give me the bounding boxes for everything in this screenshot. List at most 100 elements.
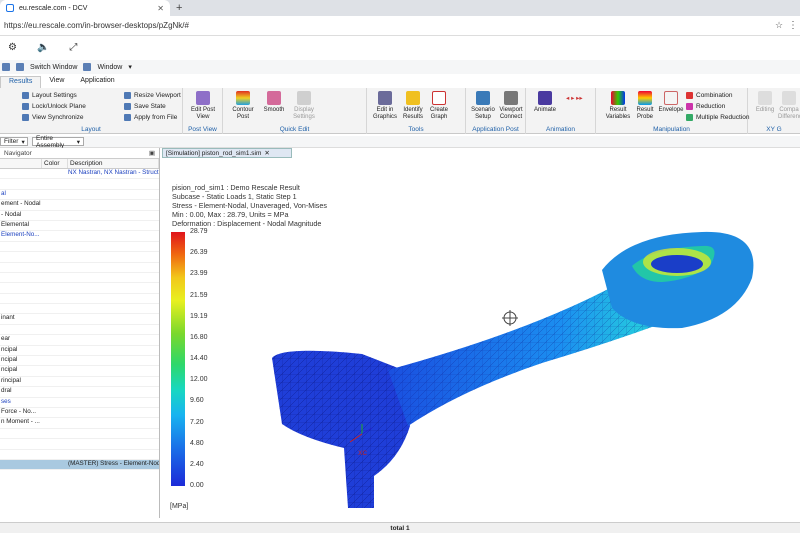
column-name[interactable]	[0, 159, 42, 168]
lock-unlock-plane-button[interactable]: Lock/Unlock Plane	[22, 103, 86, 110]
edit-in-graphics-button[interactable]: Edit in Graphics	[371, 91, 399, 121]
legend-tick: 23.99	[190, 270, 208, 278]
navigator-row[interactable]	[0, 294, 159, 305]
navigator-row[interactable]: Element-No...	[0, 231, 159, 242]
navigator-row[interactable]: rincipal	[0, 377, 159, 388]
simulation-file-tab[interactable]: [Simulation] piston_rod_sim1.sim ✕	[162, 148, 292, 158]
navigator-row-description	[68, 304, 159, 313]
navigator-row[interactable]	[0, 325, 159, 336]
navigator-row[interactable]: dral	[0, 387, 159, 398]
edit-post-view-button[interactable]: Edit Post View	[185, 91, 221, 121]
color-legend-bar	[171, 232, 185, 486]
navigator-row[interactable]: Force - No...	[0, 408, 159, 419]
navigator-row-color	[42, 377, 68, 386]
navigator-row[interactable]	[0, 304, 159, 315]
navigator-row[interactable]: inant	[0, 314, 159, 325]
display-settings-button[interactable]: Display Settings	[289, 91, 319, 121]
legend-tick: 2.40	[190, 460, 204, 468]
navigator-row[interactable]: Elemental	[0, 221, 159, 232]
navigator-row-color	[42, 418, 68, 427]
apply-from-file-button[interactable]: Apply from File	[124, 114, 177, 121]
xy-graph-group-label: XY G	[766, 126, 782, 133]
play-controls-icon[interactable]: ◂ ▸ ▸▸	[566, 94, 583, 102]
reduction-button[interactable]: Reduction	[686, 103, 725, 110]
switch-window-button[interactable]: Switch Window	[30, 64, 77, 71]
window-menu[interactable]: Window	[97, 64, 122, 71]
navigator-row[interactable]	[0, 283, 159, 294]
view-synchronize-button[interactable]: View Synchronize	[22, 114, 84, 121]
navigator-row[interactable]: ncipal	[0, 356, 159, 367]
animation-group-label: Animation	[546, 126, 575, 133]
navigator-row[interactable]	[0, 179, 159, 190]
navigator-row[interactable]: ement - Nodal	[0, 200, 159, 211]
undo-icon[interactable]	[2, 63, 10, 71]
multiple-reduction-button[interactable]: Multiple Reduction	[686, 114, 749, 121]
column-description[interactable]: Description	[68, 159, 159, 168]
dropdown-icon[interactable]: ▾	[128, 63, 132, 71]
navigator-row[interactable]	[0, 242, 159, 253]
navigator-row[interactable]	[0, 429, 159, 440]
combination-button[interactable]: Combination	[686, 92, 733, 99]
browser-tab[interactable]: eu.rescale.com - DCV ✕	[0, 0, 170, 16]
navigator-row-name	[0, 439, 42, 448]
navigator-row-name	[0, 263, 42, 272]
browser-tab-bar: eu.rescale.com - DCV ✕ +	[0, 0, 800, 16]
tab-application[interactable]: Application	[72, 76, 122, 88]
legend-tick: 26.39	[190, 249, 208, 257]
fullscreen-icon[interactable]: ⤢	[69, 42, 77, 53]
navigator-row-description	[68, 252, 159, 261]
window-icon[interactable]	[83, 63, 92, 71]
scenario-setup-button[interactable]: Scenario Setup	[468, 91, 498, 121]
tab-view[interactable]: View	[41, 76, 72, 88]
create-graph-button[interactable]: Create Graph	[427, 91, 451, 121]
navigator-row-name: ement - Nodal	[1, 200, 41, 208]
save-state-button[interactable]: Save State	[124, 103, 166, 110]
compare-difference-button[interactable]: Compa Difference	[778, 91, 800, 121]
scope-dropdown[interactable]: Entire Assembly ▾	[32, 135, 84, 149]
viewport-connect-button[interactable]: Viewport Connect	[496, 91, 526, 121]
audio-icon[interactable]: 🔈	[37, 42, 49, 53]
editing-button[interactable]: Editing	[754, 91, 776, 114]
identify-results-button[interactable]: Identify Results	[399, 91, 427, 121]
result-variables-button[interactable]: Result Variables	[604, 91, 632, 121]
new-tab-icon[interactable]: +	[176, 2, 182, 14]
smooth-button[interactable]: Smooth	[259, 91, 289, 114]
navigator-row-color	[42, 221, 68, 230]
browser-menu-icon[interactable]: ⋮	[786, 20, 800, 31]
navigator-row-color	[42, 304, 68, 313]
animate-button[interactable]: Animate	[530, 91, 560, 114]
navigator-row[interactable]: NX Nastran, NX Nastran - Structu	[0, 169, 159, 180]
tab-results[interactable]: Results	[0, 76, 42, 88]
navigator-row[interactable]: ear	[0, 335, 159, 346]
manipulation-group-label: Manipulation	[653, 126, 690, 133]
settings-gear-icon[interactable]: ⚙	[8, 42, 17, 53]
navigator-row[interactable]	[0, 273, 159, 284]
column-color[interactable]: Color	[42, 159, 68, 168]
navigator-close-icon[interactable]: ▣	[149, 149, 155, 157]
close-file-icon[interactable]: ✕	[264, 149, 269, 157]
navigator-row[interactable]	[0, 439, 159, 450]
navigator-row[interactable]: ncipal	[0, 346, 159, 357]
navigator-row[interactable]: (MASTER) Stress - Element-Nodal	[0, 459, 159, 471]
result-probe-button[interactable]: Result Probe	[632, 91, 658, 121]
navigator-row[interactable]: ncipal	[0, 366, 159, 377]
navigator-row[interactable]	[0, 450, 159, 460]
navigator-row-description	[68, 439, 159, 448]
envelope-button[interactable]: Envelope	[658, 91, 684, 114]
navigator-row-description	[68, 429, 159, 438]
navigator-row-description	[68, 346, 159, 355]
contour-post-button[interactable]: Contour Post	[227, 91, 259, 121]
navigator-row[interactable]: al	[0, 190, 159, 201]
layout-settings-button[interactable]: Layout Settings	[22, 92, 77, 99]
navigator-row[interactable]: ses	[0, 398, 159, 408]
close-tab-icon[interactable]: ✕	[157, 4, 164, 13]
switch-window-icon[interactable]	[16, 63, 24, 71]
url-field[interactable]: https://eu.rescale.com/in-browser-deskto…	[0, 18, 772, 34]
navigator-row[interactable]	[0, 252, 159, 263]
navigator-row[interactable]: - Nodal	[0, 211, 159, 221]
bookmark-star-icon[interactable]: ☆	[772, 20, 786, 31]
resize-viewport-button[interactable]: Resize Viewport	[124, 92, 181, 99]
navigator-row[interactable]	[0, 263, 159, 273]
type-filter-dropdown[interactable]: Filter ▾	[0, 137, 28, 146]
navigator-row[interactable]: n Moment - ...	[0, 418, 159, 429]
